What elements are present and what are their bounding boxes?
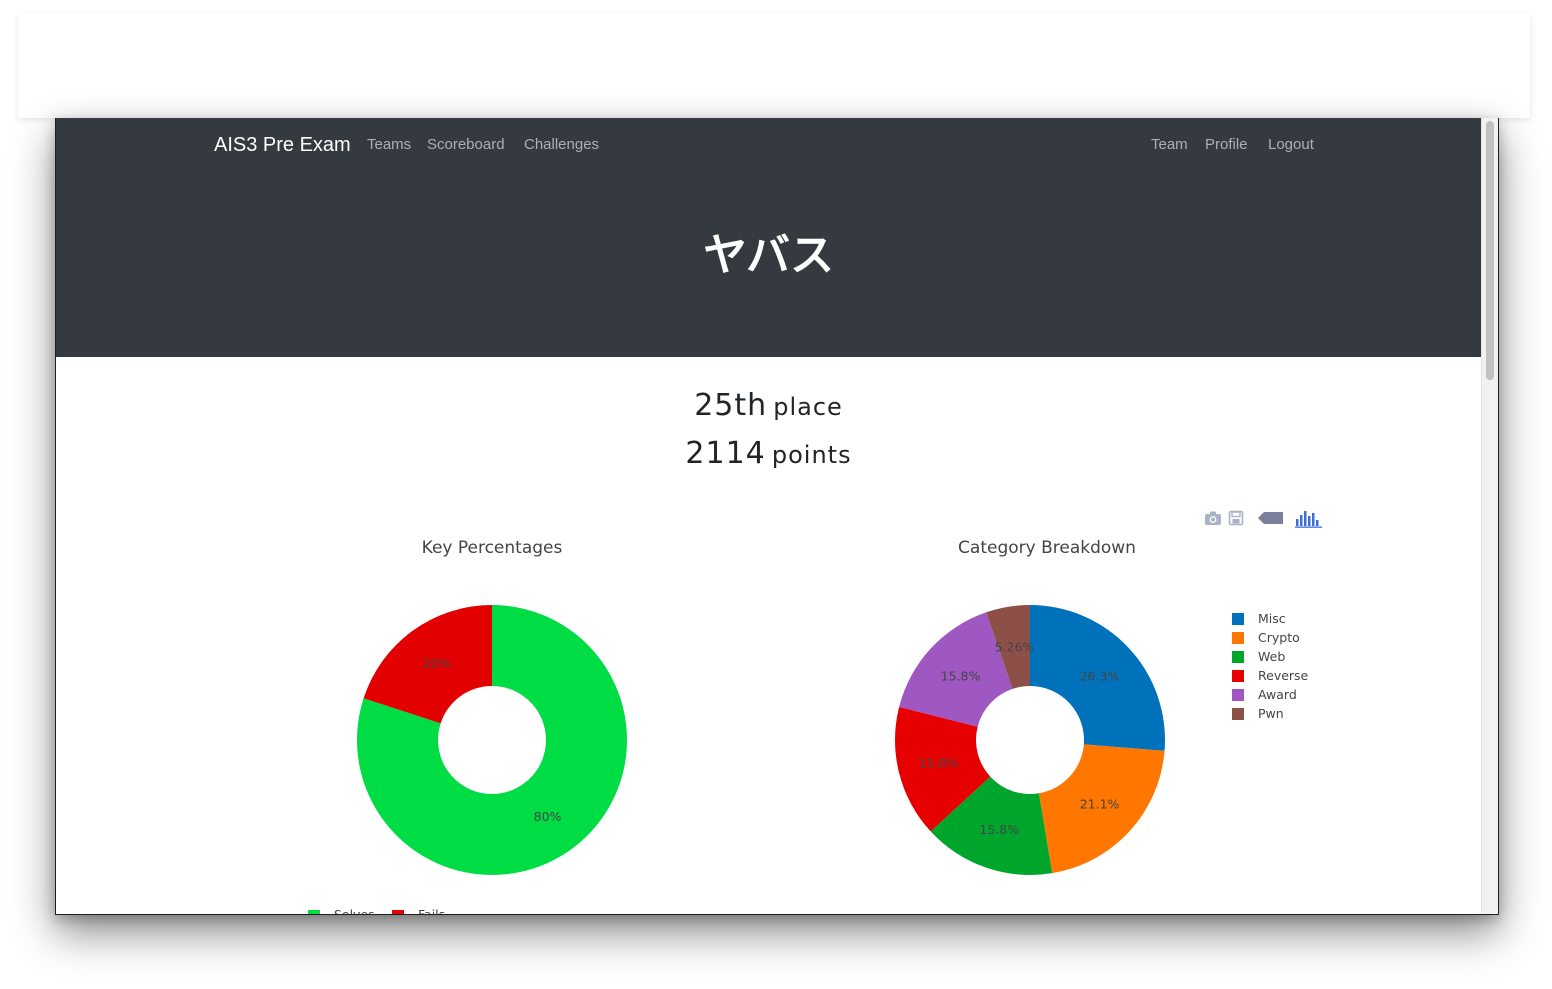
slice-label-fails: 20% <box>423 656 451 671</box>
legend-swatch-fails <box>392 910 404 914</box>
legend-swatch <box>1232 632 1244 644</box>
place-stat: 25th place <box>56 388 1481 423</box>
browser-window: AIS3 Pre Exam Teams Scoreboard Challenge… <box>55 118 1499 915</box>
header-jumbotron: AIS3 Pre Exam Teams Scoreboard Challenge… <box>56 118 1481 357</box>
legend-swatch <box>1232 689 1244 701</box>
key-percentages-donut: 80% 20% <box>357 605 627 875</box>
slice-label-reverse: 15.8% <box>919 756 959 771</box>
scrollbar-thumb[interactable] <box>1486 121 1494 380</box>
save-icon[interactable] <box>1228 510 1244 526</box>
team-name-title: ヤバス <box>702 230 835 281</box>
points-suffix: points <box>771 441 852 469</box>
browser-top-area <box>18 14 1530 118</box>
legend-label: Crypto <box>1258 630 1300 645</box>
nav-profile-link[interactable]: Profile <box>1205 135 1248 155</box>
slice-label-solves: 80% <box>534 809 562 824</box>
nav-logout-link[interactable]: Logout <box>1268 135 1314 155</box>
legend-label: Web <box>1258 649 1286 664</box>
nav-team-link[interactable]: Team <box>1151 135 1188 155</box>
category-breakdown-donut: 26.3% 21.1% 15.8% 15.8% 15.8% 5.26% <box>895 605 1165 875</box>
legend-label: Award <box>1258 687 1297 702</box>
page-content: AIS3 Pre Exam Teams Scoreboard Challenge… <box>56 118 1481 914</box>
slice-label-award: 15.8% <box>941 668 981 683</box>
legend-label-fails[interactable]: Fails <box>418 908 445 915</box>
slice-label-web: 15.8% <box>979 822 1019 837</box>
legend-swatch <box>1232 613 1244 625</box>
legend-swatch <box>1232 670 1244 682</box>
legend-label-solves[interactable]: Solves <box>334 908 375 915</box>
plotly-logo-icon[interactable] <box>1295 510 1323 528</box>
slice-label-crypto: 21.1% <box>1080 796 1120 811</box>
legend-swatch-solves <box>308 910 320 914</box>
legend-label: Reverse <box>1258 668 1309 683</box>
key-percentages-title: Key Percentages <box>421 538 563 558</box>
tag-icon[interactable] <box>1258 510 1284 526</box>
slice-label-misc: 26.3% <box>1080 668 1120 683</box>
legend-label: Misc <box>1258 611 1286 626</box>
nav-challenges-link[interactable]: Challenges <box>524 135 599 155</box>
place-number: 25th <box>694 388 768 423</box>
legend-swatch <box>1232 708 1244 720</box>
camera-icon[interactable] <box>1204 510 1222 526</box>
legend-swatch <box>1232 651 1244 663</box>
category-breakdown-title: Category Breakdown <box>958 538 1136 558</box>
nav-scoreboard-link[interactable]: Scoreboard <box>427 135 505 155</box>
legend-label: Pwn <box>1258 706 1284 721</box>
scrollbar[interactable] <box>1481 118 1498 914</box>
place-suffix: place <box>773 393 843 421</box>
slice-label-pwn: 5.26% <box>995 639 1035 654</box>
points-stat: 2114 points <box>56 436 1481 471</box>
brand-link[interactable]: AIS3 Pre Exam <box>214 132 351 158</box>
points-number: 2114 <box>685 436 766 471</box>
nav-teams-link[interactable]: Teams <box>367 135 411 155</box>
